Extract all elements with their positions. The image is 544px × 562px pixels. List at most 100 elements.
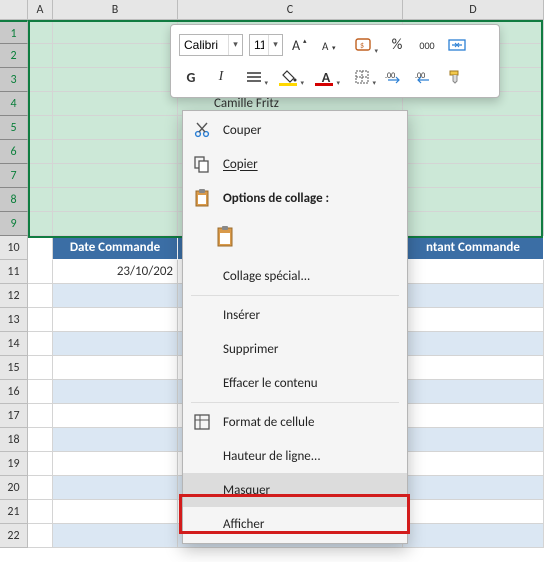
row-header-15[interactable]: 15 bbox=[0, 356, 28, 380]
row-header-4[interactable]: 4 bbox=[0, 92, 28, 116]
cell-B1[interactable] bbox=[53, 20, 178, 44]
decrease-font-button[interactable]: A▾ bbox=[319, 34, 343, 56]
context-menu: Couper Copier Options de collage : Colla… bbox=[182, 110, 408, 544]
menu-unhide[interactable]: Afficher bbox=[183, 507, 407, 541]
borders-icon bbox=[355, 70, 369, 84]
header-montant-commande[interactable]: ntant Commande bbox=[403, 236, 544, 260]
svg-text:A: A bbox=[322, 40, 329, 53]
percent-format-button[interactable]: % bbox=[385, 34, 409, 56]
row-header-7[interactable]: 7 bbox=[0, 164, 28, 188]
row-header-9[interactable]: 9 bbox=[0, 212, 28, 236]
menu-hide[interactable]: Masquer bbox=[183, 473, 407, 507]
increase-decimal-icon: .00 bbox=[385, 69, 405, 85]
menu-unhide-label: Afficher bbox=[191, 517, 264, 532]
row-header-20[interactable]: 20 bbox=[0, 476, 28, 500]
select-all-corner[interactable] bbox=[0, 0, 28, 19]
menu-copy[interactable]: Copier bbox=[183, 147, 407, 181]
menu-insert[interactable]: Insérer bbox=[183, 298, 407, 332]
col-header-D[interactable]: D bbox=[403, 0, 544, 19]
menu-cut[interactable]: Couper bbox=[183, 113, 407, 147]
row-header-13[interactable]: 13 bbox=[0, 308, 28, 332]
borders-button[interactable] bbox=[347, 66, 377, 88]
comma-format-button[interactable]: 000 bbox=[415, 34, 439, 56]
menu-separator bbox=[191, 402, 399, 403]
row-header-12[interactable]: 12 bbox=[0, 284, 28, 308]
svg-text:A: A bbox=[292, 37, 301, 53]
fill-color-button[interactable] bbox=[275, 66, 305, 88]
increase-font-button[interactable]: A▴ bbox=[289, 34, 313, 56]
col-header-B[interactable]: B bbox=[53, 0, 178, 19]
row-header-18[interactable]: 18 bbox=[0, 428, 28, 452]
menu-copy-label: Copier bbox=[223, 157, 258, 172]
row-header-2[interactable]: 2 bbox=[0, 44, 28, 68]
menu-separator bbox=[191, 295, 399, 296]
menu-clear-contents-label: Effacer le contenu bbox=[191, 376, 318, 391]
font-name-input[interactable] bbox=[180, 35, 228, 55]
menu-cut-label: Couper bbox=[223, 123, 261, 138]
italic-icon: I bbox=[219, 69, 224, 85]
menu-paste-default[interactable] bbox=[183, 215, 407, 259]
row-header-17[interactable]: 17 bbox=[0, 404, 28, 428]
merge-center-button[interactable] bbox=[445, 34, 469, 56]
format-painter-icon bbox=[447, 69, 463, 85]
cell-A1[interactable] bbox=[28, 20, 53, 44]
menu-paste-options: Options de collage : bbox=[183, 181, 407, 215]
bold-button[interactable]: G bbox=[179, 66, 203, 88]
accounting-format-button[interactable]: $ bbox=[349, 34, 379, 56]
row-header-11[interactable]: 11 bbox=[0, 260, 28, 284]
cell-B11[interactable]: 23/10/202 bbox=[53, 260, 178, 284]
copy-icon bbox=[191, 153, 213, 175]
increase-decimal-button[interactable]: .00 bbox=[383, 66, 407, 88]
row-header-10[interactable]: 10 bbox=[0, 236, 28, 260]
paste-icon bbox=[215, 226, 237, 248]
menu-format-cells[interactable]: Format de cellule bbox=[183, 405, 407, 439]
decrease-font-icon: A▾ bbox=[322, 37, 340, 53]
row-header-19[interactable]: 19 bbox=[0, 452, 28, 476]
row-header-21[interactable]: 21 bbox=[0, 500, 28, 524]
row-header-1[interactable]: 1 bbox=[0, 20, 28, 44]
percent-icon: % bbox=[392, 36, 403, 54]
menu-delete-label: Supprimer bbox=[191, 342, 278, 357]
clipboard-icon bbox=[191, 187, 213, 209]
row-header-22[interactable]: 22 bbox=[0, 524, 28, 548]
col-header-C[interactable]: C bbox=[178, 0, 403, 19]
row-header-16[interactable]: 16 bbox=[0, 380, 28, 404]
italic-button[interactable]: I bbox=[209, 66, 233, 88]
align-icon bbox=[246, 71, 262, 83]
menu-paste-special[interactable]: Collage spécial... bbox=[183, 259, 407, 293]
format-painter-button[interactable] bbox=[443, 66, 467, 88]
decrease-decimal-icon: .00 bbox=[415, 69, 435, 85]
svg-text:▾: ▾ bbox=[332, 43, 336, 52]
menu-paste-special-label: Collage spécial... bbox=[191, 269, 310, 284]
header-date-commande[interactable]: Date Commande bbox=[53, 236, 178, 260]
accounting-icon: $ bbox=[355, 38, 373, 52]
font-color-button[interactable]: A bbox=[311, 66, 341, 88]
menu-paste-options-label: Options de collage : bbox=[223, 191, 329, 206]
font-size-input[interactable] bbox=[250, 35, 268, 55]
menu-row-height[interactable]: Hauteur de ligne... bbox=[183, 439, 407, 473]
decrease-decimal-button[interactable]: .00 bbox=[413, 66, 437, 88]
svg-text:▴: ▴ bbox=[303, 37, 307, 45]
menu-clear-contents[interactable]: Effacer le contenu bbox=[183, 366, 407, 400]
row-header-8[interactable]: 8 bbox=[0, 188, 28, 212]
row-header-5[interactable]: 5 bbox=[0, 116, 28, 140]
menu-hide-label: Masquer bbox=[191, 483, 270, 498]
chevron-down-icon[interactable]: ▾ bbox=[228, 35, 242, 55]
font-size-combo[interactable]: ▾ bbox=[249, 34, 283, 56]
align-button[interactable] bbox=[239, 66, 269, 88]
menu-delete[interactable]: Supprimer bbox=[183, 332, 407, 366]
row-header-6[interactable]: 6 bbox=[0, 140, 28, 164]
column-headers-row: A B C D bbox=[0, 0, 544, 20]
menu-row-height-label: Hauteur de ligne... bbox=[191, 449, 321, 464]
scissors-icon bbox=[191, 119, 213, 141]
increase-font-icon: A▴ bbox=[292, 37, 310, 53]
row-header-3[interactable]: 3 bbox=[0, 68, 28, 92]
format-cells-icon bbox=[191, 411, 213, 433]
col-header-A[interactable]: A bbox=[28, 0, 53, 19]
font-name-combo[interactable]: ▾ bbox=[179, 34, 243, 56]
row-header-14[interactable]: 14 bbox=[0, 332, 28, 356]
menu-format-cells-label: Format de cellule bbox=[223, 415, 314, 430]
mini-toolbar: ▾ ▾ A▴ A▾ $ % 000 G I bbox=[170, 24, 500, 98]
thousands-icon: 000 bbox=[419, 39, 434, 52]
chevron-down-icon[interactable]: ▾ bbox=[268, 35, 282, 55]
